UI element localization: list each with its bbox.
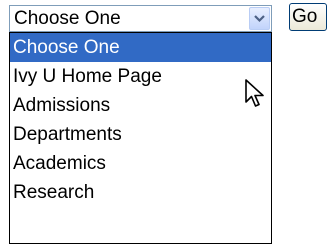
dropdown-toggle-button[interactable] bbox=[249, 7, 270, 30]
option-admissions[interactable]: Admissions bbox=[10, 91, 271, 120]
go-button[interactable]: Go bbox=[289, 3, 327, 31]
navigation-form: Choose One Go Choose One Ivy U Home Page… bbox=[0, 0, 332, 247]
select-current-value: Choose One bbox=[14, 8, 121, 29]
mouse-pointer-icon bbox=[245, 79, 264, 107]
navigation-select[interactable]: Choose One bbox=[9, 5, 272, 32]
select-options-list: Choose One Ivy U Home Page Admissions De… bbox=[9, 32, 272, 244]
option-ivy-u-home-page[interactable]: Ivy U Home Page bbox=[10, 62, 271, 91]
option-academics[interactable]: Academics bbox=[10, 149, 271, 178]
option-departments[interactable]: Departments bbox=[10, 120, 271, 149]
chevron-down-icon bbox=[254, 15, 265, 23]
option-choose-one[interactable]: Choose One bbox=[10, 33, 271, 62]
option-research[interactable]: Research bbox=[10, 178, 271, 207]
